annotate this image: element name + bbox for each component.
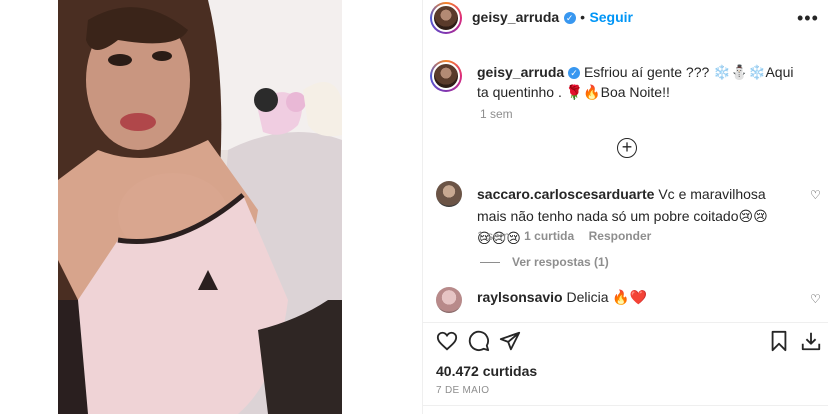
comment-icon[interactable] — [468, 330, 490, 352]
reply-button[interactable]: Responder — [589, 229, 652, 243]
verified-badge-icon: ✓ — [563, 11, 576, 24]
comment-meta: 1 sem 1 curtida Responder — [477, 227, 651, 245]
caption: geisy_arruda ✓ Esfriou aí gente ??? ❄️⛄❄… — [477, 62, 807, 102]
likes-count[interactable]: 40.472 curtidas — [436, 363, 537, 379]
send-icon[interactable] — [499, 330, 521, 352]
verified-badge-icon: ✓ — [568, 67, 581, 80]
author-username[interactable]: geisy_arruda — [472, 9, 559, 25]
comment-2: raylsonsavio Delicia 🔥❤️ — [477, 286, 777, 308]
caption-username[interactable]: geisy_arruda — [477, 64, 564, 80]
replies-line — [480, 262, 500, 264]
post-photo-illustration — [58, 0, 342, 414]
comment-time[interactable]: 1 sem — [477, 229, 510, 243]
caption-avatar[interactable] — [430, 60, 462, 92]
follow-button[interactable]: Seguir — [589, 9, 633, 25]
plus-circle-icon[interactable]: + — [617, 138, 637, 158]
author-avatar[interactable] — [430, 2, 462, 34]
separator-dot: • — [580, 9, 585, 25]
download-icon[interactable] — [800, 330, 822, 352]
view-replies-button[interactable]: Ver respostas (1) — [480, 255, 609, 269]
bottom-divider — [422, 405, 828, 406]
post-photo[interactable] — [58, 0, 342, 414]
bookmark-icon[interactable] — [768, 330, 790, 352]
heart-icon[interactable] — [436, 330, 458, 352]
comment-username[interactable]: raylsonsavio — [477, 289, 563, 305]
comment-like-icon[interactable]: ♡ — [810, 188, 821, 202]
commenter-avatar[interactable] — [436, 287, 462, 313]
right-margin — [342, 0, 422, 414]
commenter-avatar[interactable] — [436, 181, 462, 207]
comment-likes[interactable]: 1 curtida — [524, 229, 574, 243]
more-options-icon[interactable]: ••• — [797, 8, 819, 29]
left-margin — [0, 0, 58, 414]
actions-divider — [422, 322, 828, 323]
post-date[interactable]: 7 DE MAIO — [436, 385, 489, 396]
comment-username[interactable]: saccaro.carloscesarduarte — [477, 186, 654, 202]
post-header: geisy_arruda ✓ • Seguir — [472, 9, 633, 27]
comment-like-icon[interactable]: ♡ — [810, 292, 821, 306]
view-replies-label: Ver respostas (1) — [512, 255, 609, 269]
caption-time[interactable]: 1 sem — [480, 107, 513, 121]
comment-text: Delicia 🔥❤️ — [566, 289, 648, 305]
